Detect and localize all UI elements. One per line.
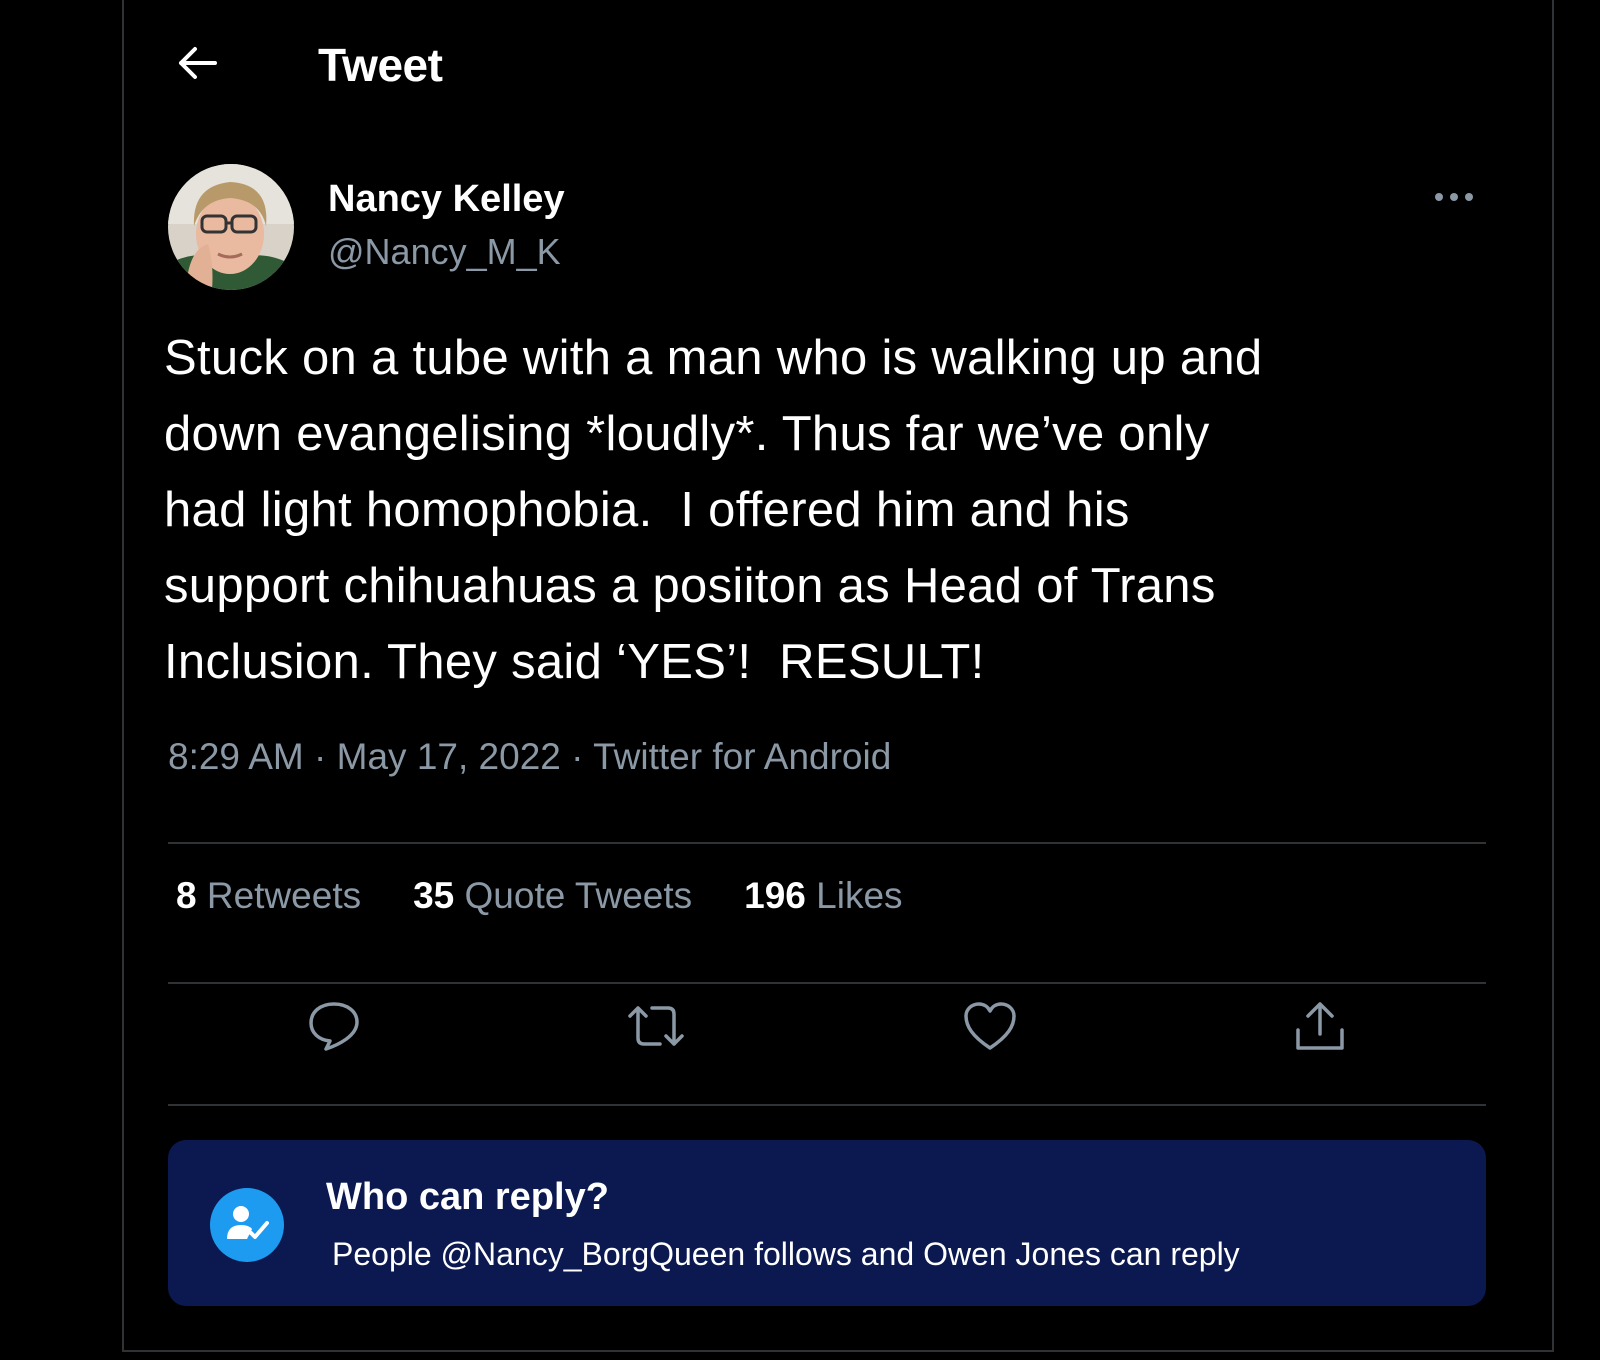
divider — [168, 842, 1486, 844]
retweets-count: 8 — [176, 875, 197, 916]
more-dots-icon — [1434, 189, 1474, 207]
author-display-name[interactable]: Nancy Kelley — [328, 176, 565, 222]
meta-separator: · — [314, 736, 327, 777]
back-button[interactable] — [170, 38, 224, 92]
likes-label: Likes — [816, 875, 903, 916]
tweet-stats: 8 Retweets 35 Quote Tweets 196 Likes — [176, 872, 903, 922]
retweet-icon — [624, 1002, 688, 1055]
tweet-column: Tweet Nancy Kelley @Nancy_M_K Stuck on a… — [122, 0, 1554, 1352]
arrow-left-icon — [175, 45, 219, 86]
avatar[interactable] — [168, 164, 294, 290]
share-icon — [1292, 998, 1348, 1059]
retweets-label: Retweets — [206, 875, 362, 916]
meta-separator: · — [571, 736, 584, 777]
tweet-time[interactable]: 8:29 AM — [168, 736, 304, 777]
page-title: Tweet — [318, 39, 443, 91]
reply-settings-icon-badge — [210, 1188, 284, 1262]
like-button[interactable] — [958, 996, 1022, 1060]
likes-count: 196 — [744, 875, 806, 916]
user-check-icon — [225, 1203, 269, 1248]
likes-stat[interactable]: 196 Likes — [744, 872, 902, 922]
like-icon — [962, 1000, 1018, 1057]
quote-tweets-label: Quote Tweets — [464, 875, 693, 916]
share-button[interactable] — [1288, 996, 1352, 1060]
quote-tweets-stat[interactable]: 35 Quote Tweets — [413, 872, 692, 922]
reply-settings-description: People @Nancy_BorgQueen follows and Owen… — [332, 1236, 1240, 1272]
more-options-button[interactable] — [1430, 178, 1478, 218]
retweet-button[interactable] — [624, 996, 688, 1060]
tweet-source[interactable]: Twitter for Android — [593, 736, 891, 777]
author-handle[interactable]: @Nancy_M_K — [328, 230, 561, 274]
tweet-actions — [168, 988, 1486, 1068]
tweet-date[interactable]: May 17, 2022 — [337, 736, 561, 777]
reply-settings-title: Who can reply? — [326, 1176, 609, 1218]
page-header: Tweet — [124, 0, 1552, 130]
reply-settings-banner: Who can reply? People @Nancy_BorgQueen f… — [168, 1140, 1486, 1306]
quote-tweets-count: 35 — [413, 875, 455, 916]
retweets-stat[interactable]: 8 Retweets — [176, 872, 361, 922]
tweet-metadata: 8:29 AM · May 17, 2022 · Twitter for And… — [168, 734, 891, 780]
divider — [168, 1104, 1486, 1106]
tweet-text: Stuck on a tube with a man who is walkin… — [164, 331, 1263, 689]
divider — [168, 982, 1486, 984]
reply-icon — [306, 1000, 362, 1057]
profile-photo — [168, 164, 294, 290]
reply-button[interactable] — [302, 996, 366, 1060]
